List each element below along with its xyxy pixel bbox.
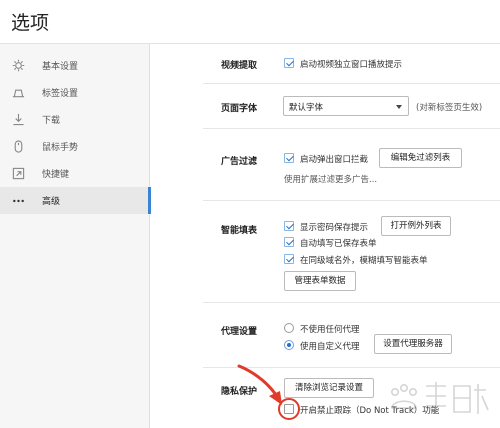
gear-icon [12, 59, 25, 72]
edit-whitelist-button[interactable]: 编辑免过滤列表 [379, 148, 462, 168]
sidebar-item-advanced[interactable]: 高级 [0, 187, 151, 214]
sidebar-item-label: 快捷键 [42, 170, 70, 180]
fuzzy-fill-option: 在同级域名外，模糊填写智能表单 [300, 256, 428, 266]
divider [203, 83, 500, 84]
do-not-track-checkbox[interactable] [284, 404, 294, 414]
sidebar-item-label: 鼠标手势 [42, 143, 79, 153]
autofill-saved-checkbox[interactable] [284, 237, 294, 247]
download-icon [13, 113, 24, 126]
section-label-video: 视频提取 [221, 61, 258, 71]
sidebar-item-tabs[interactable]: 标签设置 [0, 79, 150, 106]
proxy-server-button[interactable]: 设置代理服务器 [374, 334, 452, 354]
no-proxy-radio[interactable] [284, 323, 294, 333]
sidebar: 基本设置 标签设置 下载 鼠标手势 快捷键 高级 [0, 44, 151, 428]
popup-block-option: 启动弹出窗口拦截 [300, 155, 369, 165]
tab-icon [12, 89, 25, 98]
custom-proxy-option: 使用自定义代理 [300, 342, 360, 352]
section-label-privacy: 隐私保护 [221, 387, 258, 397]
divider [203, 128, 500, 129]
manage-form-data-button[interactable]: 管理表单数据 [284, 271, 356, 291]
font-note: (对新标签页生效) [416, 103, 483, 113]
section-label-adfilter: 广告过滤 [221, 157, 258, 167]
sidebar-item-download[interactable]: 下载 [0, 106, 150, 133]
autofill-saved-option: 自动填写已保存表单 [300, 239, 377, 249]
video-popup-option: 启动视频独立窗口播放提示 [300, 60, 403, 70]
clear-history-settings-button[interactable]: 清除浏览记录设置 [284, 378, 374, 398]
sidebar-item-label: 标签设置 [42, 89, 79, 99]
window-title: 选项 [11, 12, 50, 34]
extension-filter-link[interactable]: 使用扩展过滤更多广告... [284, 173, 377, 185]
exception-list-button[interactable]: 打开例外列表 [381, 216, 451, 236]
do-not-track-option: 开启禁止跟踪（Do Not Track）功能 [300, 406, 440, 416]
more-icon [13, 199, 24, 203]
divider [203, 200, 500, 201]
chevron-down-icon [396, 105, 402, 109]
shortcut-icon [12, 167, 25, 180]
font-select[interactable]: 默认字体 [283, 96, 409, 116]
sidebar-item-label: 高级 [42, 197, 61, 207]
video-popup-checkbox[interactable] [284, 58, 294, 68]
sidebar-item-label: 下载 [42, 116, 61, 126]
section-label-proxy: 代理设置 [221, 327, 258, 337]
custom-proxy-radio[interactable] [284, 340, 294, 350]
sidebar-item-basic[interactable]: 基本设置 [0, 52, 150, 79]
sidebar-item-shortcuts[interactable]: 快捷键 [0, 160, 150, 187]
popup-block-checkbox[interactable] [284, 153, 294, 163]
divider [203, 367, 500, 368]
no-proxy-option: 不使用任何代理 [300, 325, 360, 335]
password-prompt-checkbox[interactable] [284, 221, 294, 231]
divider [203, 302, 500, 303]
settings-content: 视频提取 启动视频独立窗口播放提示 页面字体 默认字体 (对新标签页生效) 广告… [151, 45, 500, 428]
sidebar-item-label: 基本设置 [42, 62, 79, 72]
sidebar-item-mouse-gesture[interactable]: 鼠标手势 [0, 133, 150, 160]
title-bar: 选项 [0, 0, 500, 44]
password-prompt-option: 显示密码保存提示 [300, 223, 369, 233]
font-select-value: 默认字体 [289, 103, 324, 113]
section-label-font: 页面字体 [221, 104, 258, 114]
section-label-autofill: 智能填表 [221, 226, 258, 236]
fuzzy-fill-checkbox[interactable] [284, 254, 294, 264]
mouse-icon [14, 140, 23, 153]
